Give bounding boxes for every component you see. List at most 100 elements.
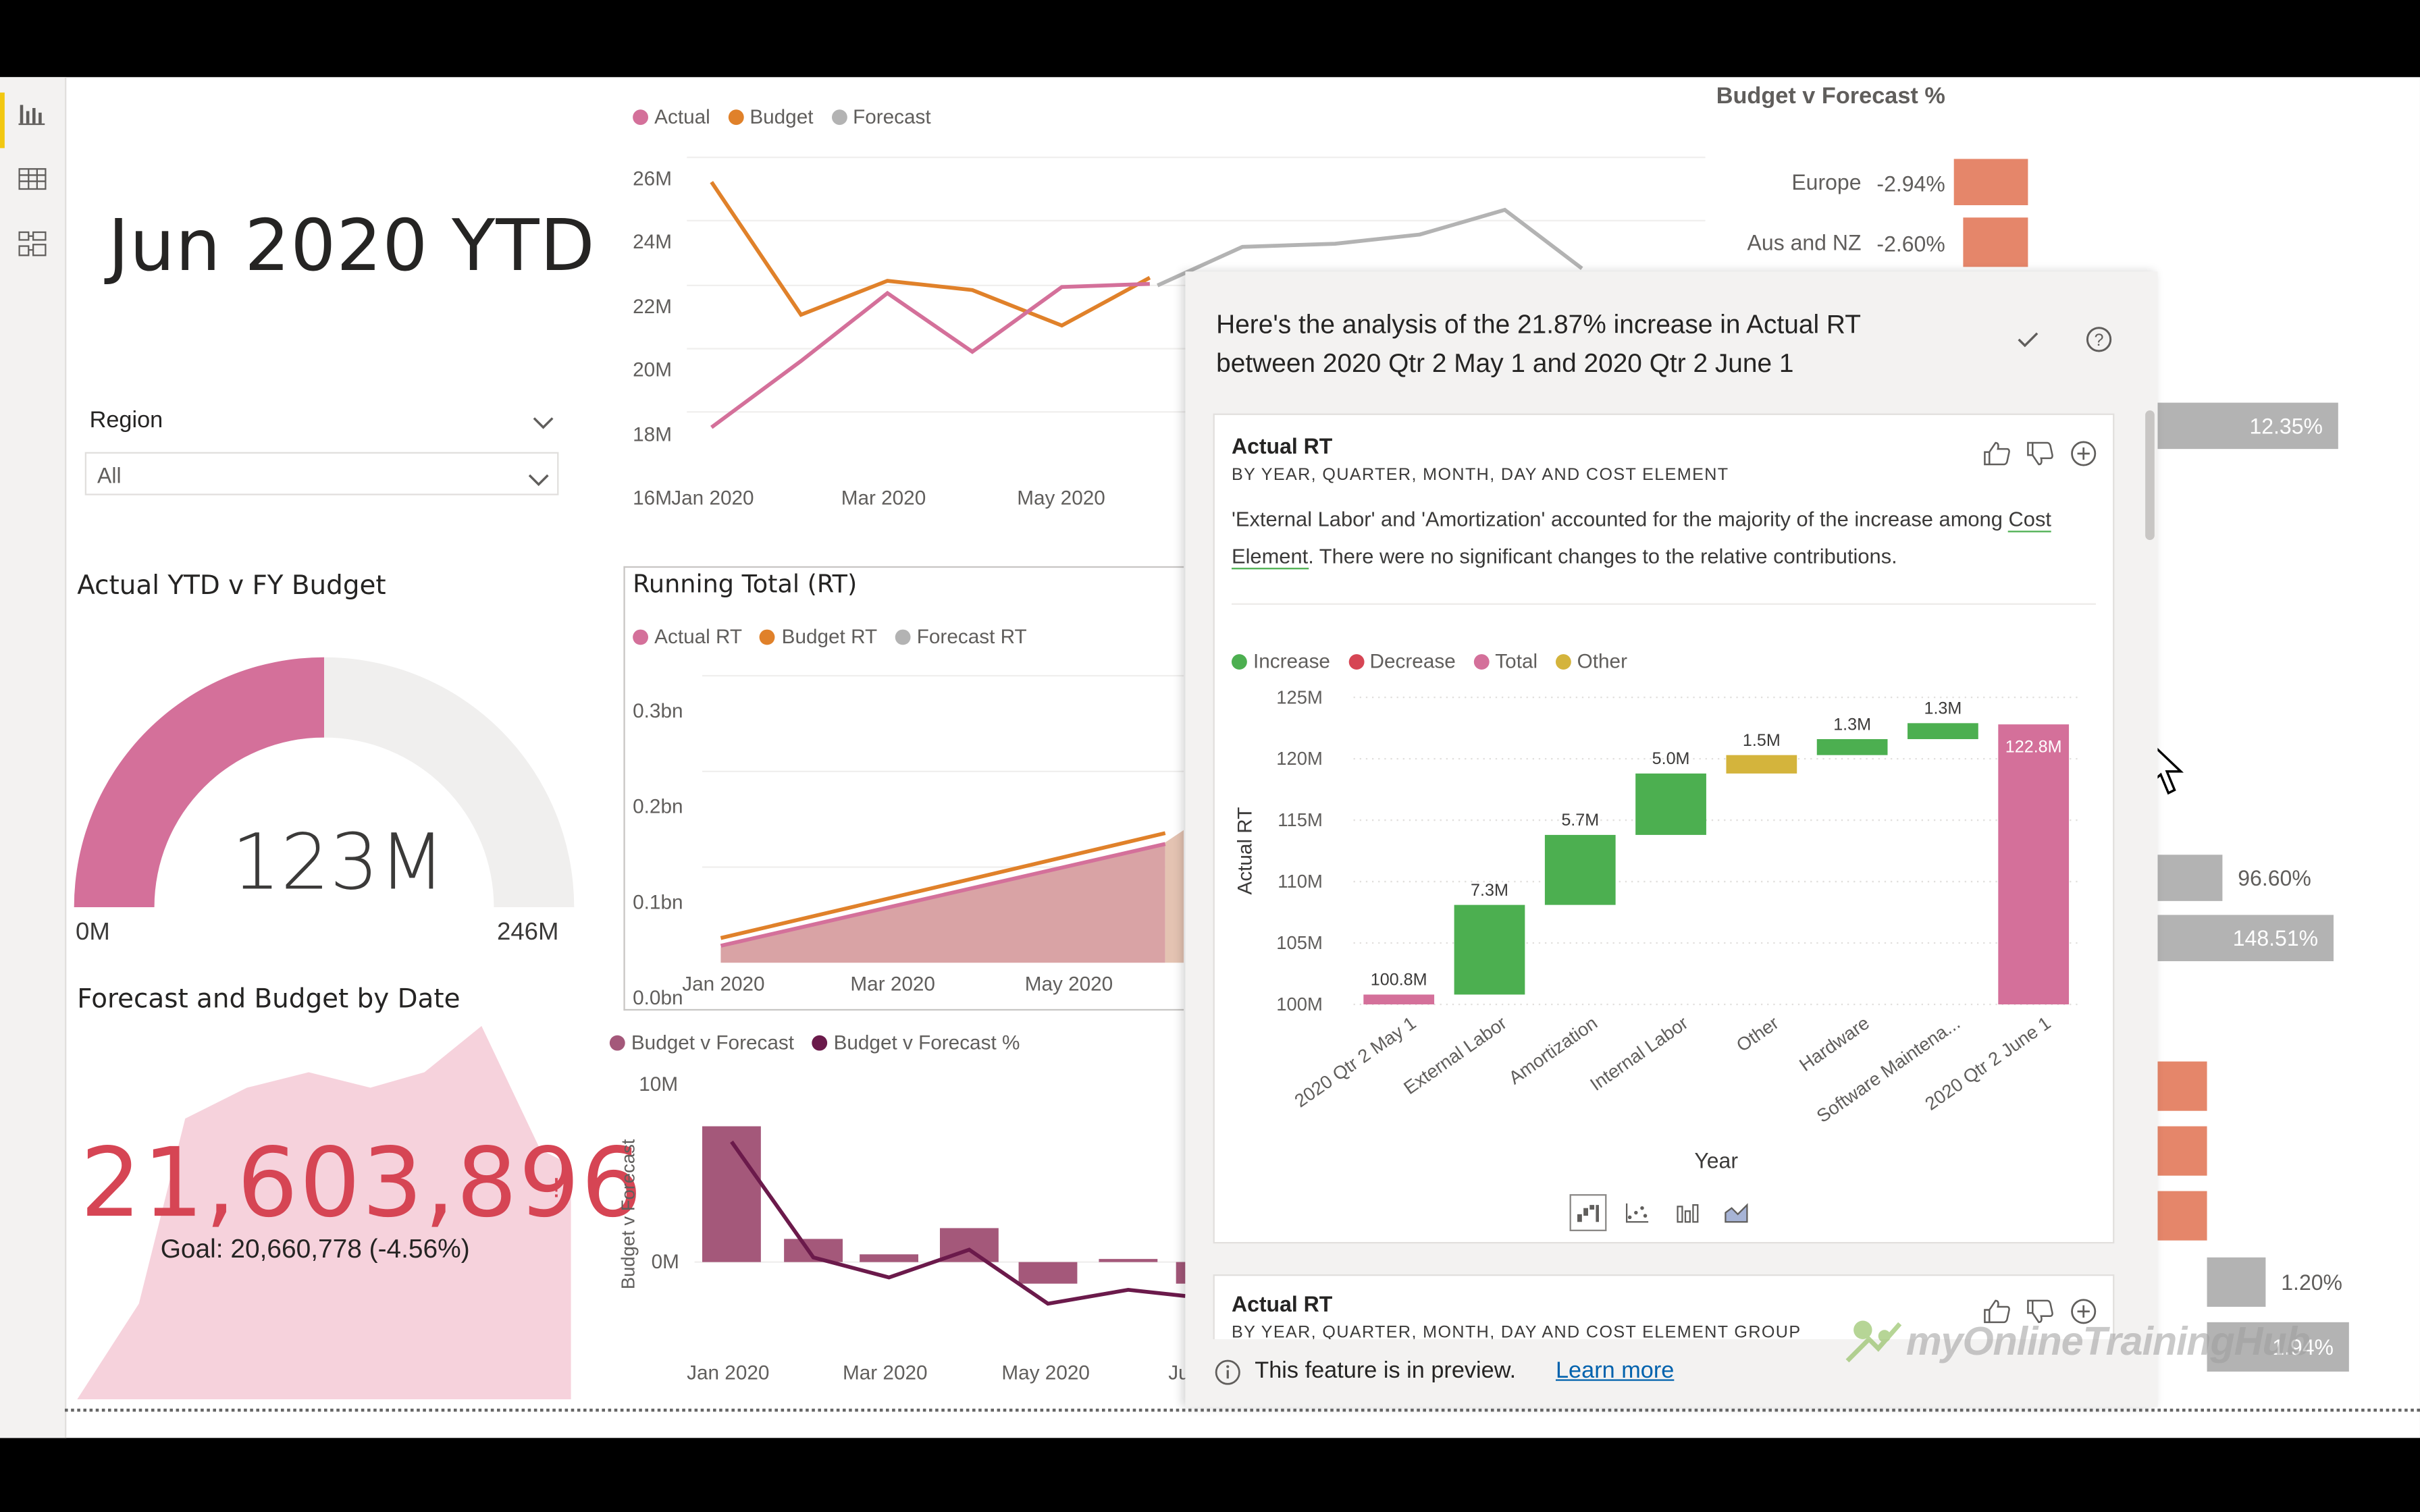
card2-title: Actual RT (1231, 1291, 1333, 1316)
budget-pct-title: Budget v Forecast % (1716, 83, 1945, 110)
waterfall-bar (1544, 834, 1616, 905)
waterfall-x-tick: Other (1733, 1013, 1783, 1056)
legend-item-increase: Increase (1231, 649, 1330, 673)
bvf-y-label: Budget v Forecast (617, 1139, 639, 1290)
legend-item-budget-rt: Budget RT (760, 625, 877, 648)
legend-item-bvf: Budget v Forecast (609, 1031, 794, 1054)
area-type-icon[interactable] (1718, 1194, 1755, 1231)
waterfall-bar (1816, 738, 1888, 755)
top-line-x-tick-1: Jan 2020 (671, 485, 754, 510)
bvf-y-tick-2: 0M (651, 1249, 679, 1273)
legend-item-other: Other (1555, 649, 1627, 673)
budget-pct-row-value-1: -2.94% (1876, 171, 1945, 196)
active-view-indicator (0, 92, 5, 148)
slicer-label: Region (89, 407, 163, 434)
waterfall-bar (1998, 724, 2070, 1004)
waterfall-x-tick: Hardware (1795, 1013, 1873, 1076)
learn-more-link[interactable]: Learn more (1556, 1357, 1674, 1384)
rt-x-tick-1: Jan 2020 (682, 971, 765, 996)
kpi-goal: Goal: 20,660,778 (-4.56%) (160, 1234, 470, 1264)
pane-scrollbar[interactable] (2145, 410, 2155, 540)
page-bottom-edge (64, 1408, 2420, 1412)
column-type-icon[interactable] (1668, 1194, 1706, 1231)
bvf-y-tick-1: 10M (639, 1072, 679, 1096)
bvf-legend: Budget v Forecast Budget v Forecast % (609, 1031, 1032, 1054)
legend-item-actual: Actual (633, 105, 710, 128)
bvf-x-tick-1: Jan 2020 (687, 1360, 770, 1384)
region-dropdown[interactable]: All (84, 452, 559, 495)
region-dropdown-value: All (97, 462, 122, 488)
report-view-icon[interactable] (14, 96, 51, 133)
waterfall-data-label: 1.3M (1924, 699, 1962, 718)
analysis-pane: Here's the analysis of the 21.87% increa… (1185, 271, 2158, 1407)
waterfall-y-tick: 120M (1276, 748, 1323, 769)
svg-text:?: ? (2095, 331, 2104, 350)
top-line-x-tick-3: May 2020 (1017, 485, 1105, 510)
gauge-value: 123M (231, 817, 446, 907)
budget-line (710, 181, 1151, 328)
card-divider (1231, 603, 2096, 605)
legend-item-bvf-pct: Budget v Forecast % (812, 1031, 1020, 1054)
analysis-headline: Here's the analysis of the 21.87% increa… (1216, 310, 1862, 378)
bvf-x-tick-2: Mar 2020 (842, 1360, 928, 1384)
budget-pct-row-label-1: Europe (1791, 169, 1862, 194)
waterfall-y-tick: 110M (1278, 871, 1323, 892)
card-description: 'External Labor' and 'Amortization' acco… (1231, 502, 2088, 576)
waterfall-y-title: Actual RT (1234, 807, 1257, 895)
waterfall-data-label: 100.8M (1371, 971, 1427, 990)
budget-pct-row-label-2: Aus and NZ (1747, 230, 1862, 255)
info-icon (1215, 1359, 1241, 1393)
side-bar-3: 148.51% (2157, 915, 2334, 961)
view-rail (0, 77, 67, 1438)
top-line-legend: Actual Budget Forecast (633, 105, 943, 128)
waterfall-type-icon[interactable] (1569, 1194, 1607, 1231)
waterfall-bar (1908, 723, 1978, 739)
scatter-type-icon[interactable] (1619, 1194, 1656, 1231)
data-view-icon[interactable] (14, 161, 51, 198)
check-icon[interactable] (2013, 324, 2044, 355)
legend-item-decrease: Decrease (1348, 649, 1456, 673)
gauge-title: Actual YTD v FY Budget (77, 570, 386, 602)
bvf-plot (694, 1126, 1186, 1306)
thumbs-down-icon[interactable] (2025, 438, 2056, 469)
side-bar-value-2: 96.60% (2238, 865, 2311, 890)
preview-notice: This feature is in preview. (1255, 1357, 1517, 1384)
legend-item-budget: Budget (728, 105, 813, 128)
legend-item-forecast-rt: Forecast RT (895, 625, 1027, 648)
side-bar-6 (2157, 1191, 2207, 1241)
legend-item-total: Total (1473, 649, 1537, 673)
running-total-title: Running Total (RT) (633, 569, 858, 599)
help-icon[interactable]: ? (2084, 324, 2115, 355)
waterfall-bar (1635, 773, 1706, 835)
running-total-y-axis: 0.3bn 0.2bn 0.1bn 0.0bn (633, 699, 683, 1009)
slicer-collapse-chevron-icon[interactable] (531, 410, 556, 438)
kpi-title: Forecast and Budget by Date (77, 984, 461, 1015)
waterfall-y-tick: 105M (1276, 932, 1323, 953)
rt-x-tick-2: Mar 2020 (850, 971, 935, 996)
model-view-icon[interactable] (14, 225, 51, 263)
actual-line (710, 281, 1150, 429)
thumbs-up-icon[interactable] (1982, 438, 2013, 469)
card-title: Actual RT (1231, 433, 1333, 458)
side-bar-1: 12.35% (2157, 402, 2338, 450)
waterfall-y-tick: 115M (1278, 809, 1323, 830)
waterfall-data-label: 1.5M (1743, 731, 1781, 750)
budget-pct-bar-1 (1953, 159, 2028, 205)
budget-pct-bar-2 (1963, 217, 2028, 267)
running-total-legend: Actual RT Budget RT Forecast RT (633, 625, 1039, 648)
waterfall-x-tick: 2020 Qtr 2 May 1 (1290, 1013, 1419, 1112)
waterfall-legend: Increase Decrease Total Other (1231, 649, 1639, 673)
insight-card-1: Actual RT BY YEAR, QUARTER, MONTH, DAY A… (1213, 413, 2115, 1244)
waterfall-bar (1454, 905, 1525, 995)
add-to-report-icon[interactable] (2068, 438, 2099, 469)
waterfall-x-title: Year (1694, 1148, 1739, 1173)
waterfall-bar (1726, 755, 1797, 774)
budget-pct-row-value-2: -2.60% (1876, 231, 1945, 256)
waterfall-chart: 125M 120M 115M 110M 105M 100M Actual RT 100.8M 2… (1234, 686, 2079, 1127)
top-line-y-axis: 26M 24M 22M 20M 18M 16M (633, 166, 672, 510)
chevron-down-icon (526, 468, 551, 495)
gauge-max: 246M (496, 919, 559, 946)
legend-item-actual-rt: Actual RT (633, 625, 742, 648)
watermark-logo: myOnlineTrainingHub (1844, 1314, 2311, 1367)
top-line-x-tick-2: Mar 2020 (841, 485, 926, 510)
